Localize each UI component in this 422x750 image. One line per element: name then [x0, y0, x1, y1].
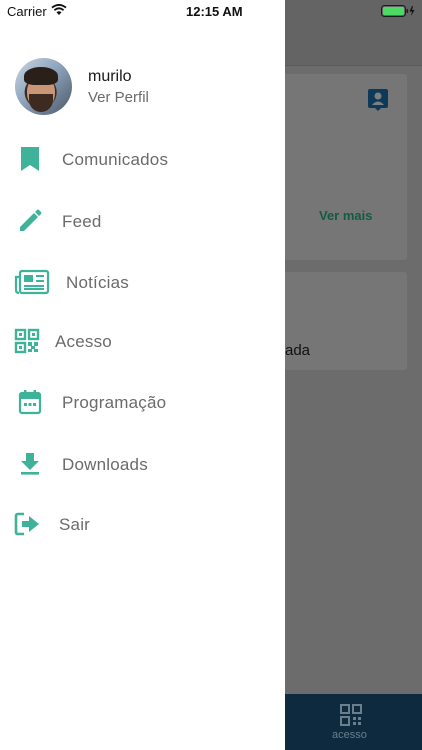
menu-item-label: Downloads	[62, 455, 148, 474]
bookmark-icon	[21, 147, 39, 171]
menu-item-programacao[interactable]: Programação	[0, 381, 285, 425]
menu-item-label: Feed	[62, 212, 102, 231]
qr-code-icon	[340, 704, 362, 726]
menu-item-sair[interactable]: Sair	[0, 503, 285, 547]
menu-item-label: Sair	[59, 515, 91, 534]
menu-item-downloads[interactable]: Downloads	[0, 443, 285, 487]
profile-header[interactable]: murilo Ver Perfil	[15, 58, 215, 116]
ver-perfil-link[interactable]: Ver Perfil	[88, 89, 149, 106]
carrier-label: Carrier	[7, 4, 47, 19]
background-card: ada	[285, 272, 407, 370]
background-card: Ver mais	[285, 74, 407, 260]
ver-mais-link: Ver mais	[319, 208, 373, 223]
menu-item-label: Programação	[62, 393, 167, 412]
menu-item-acesso[interactable]: Acesso	[0, 320, 285, 364]
wifi-icon	[51, 4, 67, 15]
background-app: Ver mais ada acesso	[285, 0, 422, 750]
newspaper-icon	[14, 269, 50, 295]
profile-name: murilo	[88, 68, 132, 85]
status-bar: Carrier 12:15 AM	[0, 0, 422, 22]
avatar	[15, 58, 72, 115]
background-card-text: ada	[285, 342, 311, 359]
tab-acesso-label: acesso	[332, 729, 367, 741]
download-icon	[21, 453, 39, 475]
calendar-icon	[18, 390, 42, 415]
battery-icon	[381, 5, 415, 17]
navigation-drawer: murilo Ver Perfil Comunicados Feed Notíc…	[0, 0, 285, 750]
menu-item-feed[interactable]: Feed	[0, 200, 285, 244]
pencil-icon	[20, 209, 42, 231]
contact-card-icon	[368, 89, 388, 111]
menu-item-label: Notícias	[66, 273, 130, 292]
menu-item-label: Comunicados	[62, 150, 169, 169]
status-time: 12:15 AM	[186, 4, 243, 19]
menu-item-comunicados[interactable]: Comunicados	[0, 138, 285, 182]
qr-code-icon	[14, 328, 40, 354]
menu-item-noticias[interactable]: Notícias	[0, 261, 285, 305]
logout-icon	[14, 512, 39, 536]
tab-bar: acesso	[285, 694, 422, 750]
menu-item-label: Acesso	[55, 332, 112, 351]
